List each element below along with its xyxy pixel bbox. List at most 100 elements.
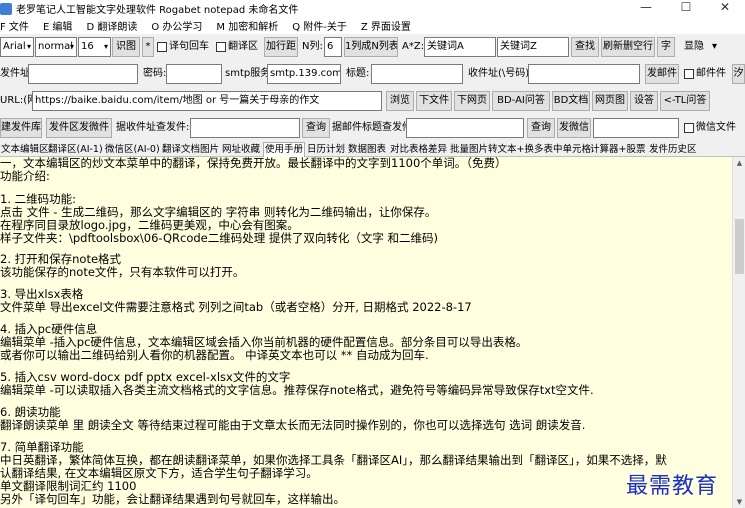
n-columns-label: N列:: [302, 41, 323, 52]
menu-office-study[interactable]: O 办公学习: [151, 18, 202, 33]
mail-address-query-input[interactable]: [190, 118, 300, 138]
add-spacing-button[interactable]: 加行距: [264, 37, 298, 57]
tab-data-chart[interactable]: 数据图表: [347, 143, 387, 157]
toolbar-send: 建发件库 发件区发微件 据收件址查发件: 查询 据邮件标题查发件: 查询 发微信…: [0, 116, 745, 140]
weight-select[interactable]: normal ▾: [35, 37, 77, 57]
editor-line: 另外「译句回车」功能，会让翻译结果遇到句号就回车，这样输出。: [0, 492, 345, 506]
scroll-up-icon[interactable]: ▲: [733, 157, 745, 169]
receiver-input[interactable]: [528, 64, 640, 84]
find-button[interactable]: 查找: [571, 37, 599, 57]
smtp-label: smtp服务: [225, 68, 271, 79]
mail-file-checkbox[interactable]: [684, 69, 694, 79]
scrollbar-thumb[interactable]: [735, 219, 744, 274]
smtp-input[interactable]: smtp.139.com: [267, 64, 341, 84]
mail-file-label: 邮件件: [696, 68, 726, 79]
az-label: A*Z:: [402, 41, 425, 52]
tab-translate-doc-image[interactable]: 翻译文档图片: [161, 143, 220, 157]
subject-query-input[interactable]: [406, 118, 524, 138]
star-button[interactable]: *: [142, 37, 154, 57]
extra-button[interactable]: 汐: [732, 64, 745, 84]
tab-compare-table[interactable]: 对比表格差异: [389, 143, 448, 157]
font-select[interactable]: Arial ▾: [0, 37, 34, 57]
menu-attachment-about[interactable]: Q 附件-关于: [292, 18, 347, 33]
menu-bar: F 文件 E 编辑 D 翻译朗读 O 办公学习 M 加密和解析 Q 附件-关于 …: [0, 17, 745, 34]
wechat-file-checkbox[interactable]: [684, 123, 694, 133]
tab-calculator-stock[interactable]: 计算器+股票: [589, 143, 646, 157]
keyword-a-input[interactable]: 关键词A: [424, 37, 496, 57]
scroll-down-icon[interactable]: ▼: [733, 496, 745, 508]
browse-button[interactable]: 浏览: [386, 91, 414, 111]
sender-input[interactable]: [28, 64, 138, 84]
subject-query-label: 据邮件标题查发件:: [332, 122, 416, 133]
menu-translate-read[interactable]: D 翻译朗读: [86, 18, 137, 33]
mail-address-query-label: 据收件址查发件:: [116, 122, 190, 133]
menu-edit[interactable]: E 编辑: [43, 18, 73, 33]
url-input[interactable]: https://baike.baidu.com/item/地图 or 号一篇关于…: [32, 91, 382, 111]
tab-calendar-plan[interactable]: 日历计划: [306, 143, 346, 157]
title-bar: 老罗笔记人工智能文字处理软件 Rogabet notepad 未命名文件 — ☐…: [0, 0, 745, 17]
webpage-image-button[interactable]: 网页图: [592, 91, 628, 111]
bd-doc-button[interactable]: BD文档: [552, 91, 590, 111]
tab-user-manual[interactable]: 使用手册: [263, 142, 306, 157]
menu-file[interactable]: F 文件: [0, 18, 29, 33]
wechat-input[interactable]: [593, 118, 679, 138]
tab-wechat-ai0[interactable]: 微信区(AI-0): [104, 143, 161, 157]
query-button-2[interactable]: 查询: [527, 118, 555, 138]
menu-interface-settings[interactable]: Z 界面设置: [361, 18, 411, 33]
app-logo-icon: [0, 2, 12, 15]
minimize-button[interactable]: —: [626, 0, 666, 17]
chevron-down-icon[interactable]: ▾: [712, 37, 717, 57]
tab-text-editor[interactable]: 文本编辑区: [0, 143, 50, 157]
subject-label: 标题:: [346, 68, 370, 79]
text-editor-area[interactable]: 一，文本编辑区的炒文本菜单中的翻译，保持免费开放。最长翻译中的文字到1100个单…: [0, 157, 732, 508]
maximize-button[interactable]: ☐: [666, 0, 706, 17]
one-to-n-columns-button[interactable]: 1列成N列表: [344, 37, 398, 57]
watermark: 最需教育: [626, 474, 719, 499]
create-send-library-button[interactable]: 建发件库: [0, 118, 42, 138]
tab-send-history[interactable]: 发件历史区: [648, 143, 698, 157]
translate-return-checkbox[interactable]: [157, 42, 167, 52]
close-button[interactable]: ✕: [705, 0, 745, 17]
tab-translate-ai1[interactable]: 翻译区(AI-1): [47, 143, 104, 157]
send-wechat-button[interactable]: 发件区发微件: [46, 118, 112, 138]
font-size-select[interactable]: 16 ▾: [78, 37, 111, 57]
editor-line: 或者你可以输出二维码给别人看你的机器配置。 中译英文本也可以 ** 自动成为回车…: [0, 348, 429, 362]
recognize-image-button[interactable]: 识图: [112, 37, 140, 57]
toolbar-format: Arial ▾ normal ▾ 16 ▾ 识图 * 译句回车 翻译区 加行距 N列:…: [0, 35, 745, 59]
translate-return-label: 译句回车: [169, 41, 209, 52]
keyword-z-input[interactable]: 关键词Z: [497, 37, 569, 57]
bd-ai-qa-button[interactable]: BD-AI问答: [492, 91, 550, 111]
password-label: 密码:: [143, 68, 167, 79]
n-columns-input[interactable]: 6: [324, 37, 342, 57]
wechat-file-label: 微信文件: [696, 122, 736, 133]
ask-button[interactable]: 设答: [630, 91, 658, 111]
window-title: 老罗笔记人工智能文字处理软件 Rogabet notepad 未命名文件: [16, 5, 299, 16]
download-file-button[interactable]: 下文件: [416, 91, 452, 111]
tab-url-favorites[interactable]: 网址收藏: [221, 143, 261, 157]
char-button[interactable]: 字: [657, 37, 675, 57]
tl-qa-button[interactable]: <-TL问答: [660, 91, 710, 111]
translate-area-checkbox[interactable]: [216, 42, 226, 52]
receiver-label: 收件址(\号码):: [468, 68, 533, 79]
editor-line: 一，文本编辑区的炒文本菜单中的翻译，保持免费开放。最长翻译中的文字到1100个单…: [0, 157, 507, 170]
tab-batch-image-to-text[interactable]: 批量图片转文本+换多表中单元格: [449, 143, 592, 157]
send-wechat-msg-button[interactable]: 发微信: [557, 118, 591, 138]
editor-line: 翻译朗读菜单 里 朗读全文 等待结束过程可能由于文章太长而无法同时操作别的，你也…: [0, 418, 586, 432]
password-input[interactable]: [166, 64, 222, 84]
refresh-blank-lines-button[interactable]: 刷新删空行: [601, 37, 655, 57]
query-button[interactable]: 查询: [302, 118, 330, 138]
display-toggle[interactable]: 显隐: [684, 37, 704, 57]
translate-area-label: 翻译区: [228, 41, 258, 52]
menu-encrypt-parse[interactable]: M 加密和解析: [216, 18, 278, 33]
tab-bar: 文本编辑区 翻译区(AI-1) 微信区(AI-0) 翻译文档图片 网址收藏 使用…: [0, 142, 745, 157]
editor-line: 编辑菜单 -可以读取插入各类主流文档格式的文字信息。推荐保存note格式，避免符…: [0, 383, 594, 397]
editor-line: 文件菜单 导出excel文件需要注意格式 列列之间tab（或者空格）分开, 日期…: [0, 300, 472, 314]
send-mail-button[interactable]: 发邮件: [645, 64, 679, 84]
vertical-scrollbar[interactable]: ▲ ▼: [732, 157, 745, 508]
editor-line: 功能介绍:: [0, 169, 50, 183]
next-page-button[interactable]: 下网页: [454, 91, 490, 111]
subject-input[interactable]: [371, 64, 463, 84]
editor-line: 样子文件夹：\pdftoolsbox\06-QRcode二维码处理 提供了双向转…: [0, 231, 439, 245]
toolbar-mail: 发件址: 密码: smtp服务 smtp.139.com 标题: 收件址(\号码…: [0, 62, 745, 86]
toolbar-url: URL:(网) https://baike.baidu.com/item/地图 …: [0, 89, 745, 113]
